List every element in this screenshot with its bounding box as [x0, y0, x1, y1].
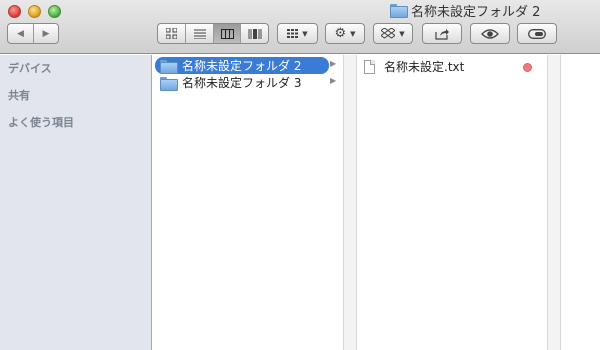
folder-name: 名称未設定フォルダ 3	[182, 76, 302, 90]
eye-icon	[481, 28, 499, 39]
zoom-window-button[interactable]	[48, 5, 61, 18]
close-window-button[interactable]	[8, 5, 21, 18]
red-tag-icon	[523, 63, 532, 72]
chevron-down-icon: ▼	[399, 29, 405, 38]
sidebar-section-favorites[interactable]: よく使う項目	[8, 114, 74, 130]
column-2: 名称未設定.txt	[358, 55, 547, 350]
coverflow-view-button[interactable]	[240, 24, 268, 43]
icon-view-button[interactable]	[158, 24, 185, 43]
file-name: 名称未設定.txt	[384, 60, 465, 74]
share-button[interactable]	[422, 23, 462, 44]
chevron-down-icon: ▼	[302, 29, 308, 38]
disclosure-arrow-icon: ▶	[330, 59, 337, 68]
list-item[interactable]: 名称未設定.txt	[364, 58, 544, 75]
quick-look-button[interactable]	[470, 23, 510, 44]
column-resize-handle[interactable]	[547, 55, 561, 350]
share-icon	[434, 28, 449, 40]
column-1: 名称未設定フォルダ 2 ▶ 名称未設定フォルダ 3 ▶	[153, 55, 343, 350]
list-item[interactable]: 名称未設定フォルダ 2	[155, 57, 329, 74]
folder-icon	[390, 4, 408, 18]
folder-icon	[160, 59, 178, 74]
column-3	[563, 55, 600, 350]
action-button[interactable]: ⚙ ▼	[325, 23, 365, 44]
toolbar: 名称未設定フォルダ 2 ◀ ▶ ▼ ⚙ ▼ ▼	[0, 0, 600, 54]
finder-window: 名称未設定フォルダ 2 ◀ ▶ ▼ ⚙ ▼ ▼ デバイス 共有 よく使う項目 名…	[0, 0, 600, 350]
gear-icon: ⚙	[334, 26, 347, 41]
forward-button[interactable]: ▶	[32, 24, 58, 43]
coverflow-view-icon	[248, 28, 262, 39]
chevron-down-icon: ▼	[350, 29, 356, 38]
pill-toggle-icon	[528, 28, 546, 39]
text-document-icon	[364, 59, 375, 74]
folder-icon	[160, 76, 178, 91]
minimize-window-button[interactable]	[28, 5, 41, 18]
folder-name: 名称未設定フォルダ 2	[182, 59, 302, 73]
sidebar: デバイス 共有 よく使う項目	[0, 55, 152, 350]
forward-arrow-icon: ▶	[42, 28, 50, 39]
column-resize-handle[interactable]	[343, 55, 357, 350]
view-mode-selector	[157, 23, 269, 44]
window-title-text: 名称未設定フォルダ 2	[411, 4, 541, 20]
disclosure-arrow-icon: ▶	[330, 76, 337, 85]
back-arrow-icon: ◀	[17, 28, 24, 39]
arrange-button[interactable]: ▼	[277, 23, 318, 44]
toggle-button[interactable]	[517, 23, 557, 44]
sidebar-section-devices[interactable]: デバイス	[8, 60, 52, 76]
dropbox-button[interactable]: ▼	[373, 23, 413, 44]
back-button[interactable]: ◀	[8, 24, 33, 43]
column-view-icon	[220, 28, 234, 39]
list-view-icon	[193, 29, 206, 39]
arrange-grid-icon	[287, 29, 299, 38]
sidebar-section-shared[interactable]: 共有	[8, 87, 30, 103]
icon-view-icon	[166, 28, 178, 39]
list-item[interactable]: 名称未設定フォルダ 3	[155, 74, 329, 91]
column-view-button[interactable]	[212, 24, 241, 43]
dropbox-icon	[381, 28, 396, 39]
navigation-buttons: ◀ ▶	[7, 23, 59, 44]
list-view-button[interactable]	[185, 24, 213, 43]
window-title: 名称未設定フォルダ 2	[390, 1, 541, 20]
